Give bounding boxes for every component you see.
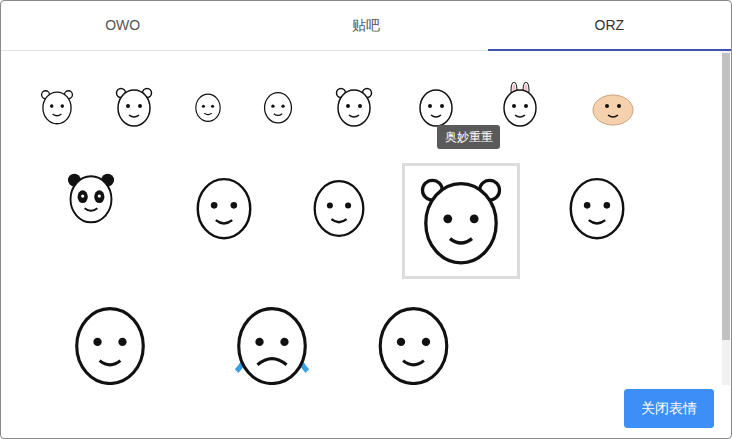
tab[interactable]: OWO (1, 1, 244, 51)
sticker-row (32, 289, 731, 385)
sticker[interactable] (254, 79, 302, 135)
scrollbar[interactable] (722, 51, 730, 385)
sticker[interactable] (298, 163, 380, 251)
face-sticker-icon (257, 82, 299, 132)
bear-sweat-sticker-icon (109, 82, 159, 132)
panda-sticker-icon (35, 166, 147, 230)
face-sticker-icon (359, 292, 468, 385)
scrollbar-thumb[interactable] (722, 53, 730, 340)
sticker[interactable] (402, 163, 520, 279)
tooltip-box: 奥妙重重 (437, 125, 500, 149)
sticker-row (32, 163, 731, 279)
tab[interactable]: ORZ (488, 1, 731, 51)
bear-sticker-icon (329, 82, 379, 132)
sticker[interactable] (32, 79, 82, 135)
sticker[interactable] (212, 289, 332, 385)
blob-sticker-icon (577, 82, 649, 132)
face-sticker-icon (545, 166, 649, 248)
sticker[interactable] (32, 289, 188, 385)
sticker[interactable] (326, 79, 382, 135)
face-sticker-icon (189, 82, 227, 132)
dialog-footer: 关闭表情 (1, 385, 731, 438)
sticker[interactable] (542, 163, 652, 251)
sticker-panel: 奥妙重重 (1, 51, 731, 385)
crying-sticker-icon (215, 292, 329, 385)
sticker[interactable] (106, 79, 162, 135)
sticker[interactable] (32, 163, 150, 233)
bear-sticker-icon (405, 166, 517, 276)
sticker[interactable] (172, 163, 276, 251)
sticker-row (32, 79, 731, 135)
bear-sticker-icon (35, 82, 79, 132)
bunny-sticker-icon (493, 82, 547, 132)
tab[interactable]: 贴吧 (244, 1, 487, 51)
tab-bar: OWO贴吧ORZ (1, 1, 731, 51)
close-button[interactable]: 关闭表情 (624, 389, 714, 428)
emoji-dialog: OWO贴吧ORZ 奥妙重重 关闭表情 (0, 0, 732, 439)
face-sticker-icon (35, 292, 185, 385)
face-sticker-icon (301, 166, 377, 248)
sticker[interactable] (356, 289, 471, 385)
sticker[interactable] (186, 79, 230, 135)
sticker[interactable] (574, 79, 652, 135)
face-sticker-icon (175, 166, 273, 248)
